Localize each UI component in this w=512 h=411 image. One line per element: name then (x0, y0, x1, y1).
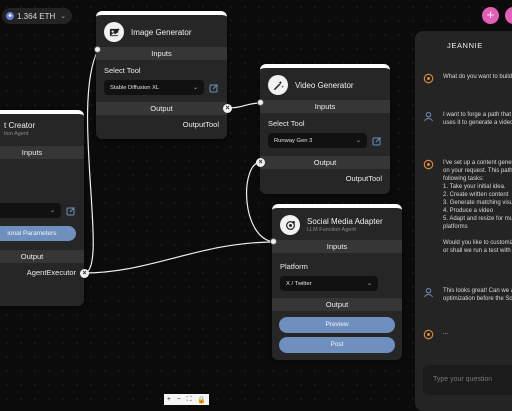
selected-platform: X / Twitter (286, 280, 312, 287)
node-subtitle: tion Agent (4, 131, 29, 137)
node-agent-creator[interactable]: t Creator tion Agent Inputs ⌄ ional Para… (0, 110, 84, 306)
wallet-balance: 1.364 ETH (17, 11, 56, 21)
message-line: 5. Adapt and resize for mu (443, 216, 512, 222)
edge-image-to-video (227, 102, 262, 109)
fit-view-icon[interactable]: ⛶ (187, 396, 192, 404)
assistant-icon (423, 159, 434, 170)
output-header: Output (0, 250, 84, 263)
output-header: Output (96, 102, 227, 115)
message-line (443, 231, 512, 239)
message-line: 2. Create written content (443, 192, 509, 198)
user-icon (424, 111, 433, 122)
agent-select[interactable]: ⌄ (0, 203, 61, 218)
output-header: Output (260, 156, 390, 169)
connection-handle[interactable] (270, 238, 277, 245)
social-media-icon (280, 215, 300, 235)
message-line: 1. Take your initial idea. (443, 184, 506, 190)
tool-select[interactable]: Runway Gen 3 ⌄ (268, 133, 367, 148)
chevron-down-icon: ⌄ (366, 281, 372, 287)
zoom-out-icon[interactable]: − (177, 396, 181, 403)
inputs-header: Inputs (96, 47, 227, 60)
platform-label: Platform (280, 262, 308, 271)
message-line: or shall we run a test with (443, 248, 511, 254)
inputs-header: Inputs (260, 100, 390, 113)
add-button[interactable]: + (482, 7, 499, 24)
message-line: I want to forge a path that (443, 112, 512, 118)
zoom-in-icon[interactable]: + (167, 396, 171, 403)
node-video-generator[interactable]: Video Generator Inputs Select Tool Runwa… (260, 64, 390, 194)
chevron-down-icon: ⌄ (60, 13, 67, 20)
message-line: This looks great! Can we a (443, 288, 512, 294)
assistant-icon (423, 329, 434, 340)
chevron-down-icon: ⌄ (355, 138, 361, 144)
chevron-down-icon: ⌄ (49, 208, 55, 214)
node-image-generator[interactable]: Image Generator Inputs Select Tool Stabl… (96, 11, 227, 139)
wallet-balance-pill[interactable]: 1.364 ETH ⌄ (2, 8, 73, 24)
chat-question-input[interactable]: Type your question (423, 365, 512, 395)
additional-parameters-button[interactable]: ional Parameters (0, 226, 76, 241)
message-line: Would you like to customiz (443, 240, 512, 246)
message-text: ... (443, 329, 448, 337)
disconnect-handle[interactable]: × (256, 158, 265, 167)
output-value: OutputTool (182, 120, 219, 129)
node-title: Image Generator (131, 27, 192, 37)
post-button[interactable]: Post (279, 337, 395, 353)
message-line: platforms (443, 224, 468, 230)
selected-tool: Stable Diffusion XL (110, 84, 160, 91)
select-tool-label: Select Tool (268, 119, 305, 128)
node-subtitle: LLM Function Agent (307, 227, 356, 233)
message-line: 4. Produce a video (443, 208, 494, 214)
chat-title: JEANNIE (447, 41, 483, 50)
edit-icon[interactable] (372, 136, 382, 146)
inputs-header: Inputs (0, 146, 84, 159)
selected-tool: Runway Gen 3 (274, 137, 313, 144)
message-text: This looks great! Can we a optimization b… (443, 287, 512, 303)
connection-handle[interactable] (94, 46, 101, 53)
message-line: on your request. This path (443, 168, 512, 174)
image-generator-icon (104, 22, 124, 42)
ethereum-icon (6, 12, 14, 20)
canvas-zoom-controls: + − ⛶ 🔒 (164, 394, 209, 405)
assistant-icon (423, 73, 434, 84)
video-generator-icon (268, 75, 288, 95)
select-tool-label: Select Tool (104, 66, 141, 75)
message-text: I want to forge a path that uses it to ge… (443, 111, 512, 127)
output-value: AgentExecutor (26, 268, 76, 277)
disconnect-handle[interactable]: × (223, 104, 232, 113)
chat-panel: JEANNIE What do you want to build I want … (415, 31, 512, 411)
message-text: What do you want to build (443, 73, 512, 81)
disconnect-handle[interactable]: × (80, 269, 89, 278)
node-title: Social Media Adapter (307, 217, 383, 226)
node-title: Video Generator (295, 80, 354, 90)
message-line: uses it to generate a video (443, 120, 512, 126)
node-title: t Creator (4, 121, 36, 130)
output-value: OutputTool (345, 174, 382, 183)
chevron-down-icon: ⌄ (192, 85, 198, 91)
message-line: following tasks: (443, 176, 484, 182)
edge-agent-to-social (83, 241, 275, 274)
tool-select[interactable]: Stable Diffusion XL ⌄ (104, 80, 204, 95)
edit-icon[interactable] (209, 83, 219, 93)
preview-button[interactable]: Preview (279, 317, 395, 333)
message-text: I've set up a content gener on your reque… (443, 159, 512, 255)
lock-icon[interactable]: 🔒 (197, 396, 206, 404)
message-line: What do you want to build (443, 74, 512, 80)
edit-icon[interactable] (66, 206, 76, 216)
message-line: 3. Generate matching visu (443, 200, 512, 206)
message-line: I've set up a content gener (443, 160, 512, 166)
node-social-media-adapter[interactable]: Social Media Adapter LLM Function Agent … (272, 204, 402, 360)
platform-select[interactable]: X / Twitter ⌄ (280, 276, 378, 291)
message-line: ... (443, 330, 449, 336)
message-line: optimization before the So (443, 296, 512, 302)
user-icon (424, 287, 433, 298)
connection-handle[interactable] (257, 99, 264, 106)
output-header: Output (272, 298, 402, 311)
inputs-header: Inputs (272, 240, 402, 253)
